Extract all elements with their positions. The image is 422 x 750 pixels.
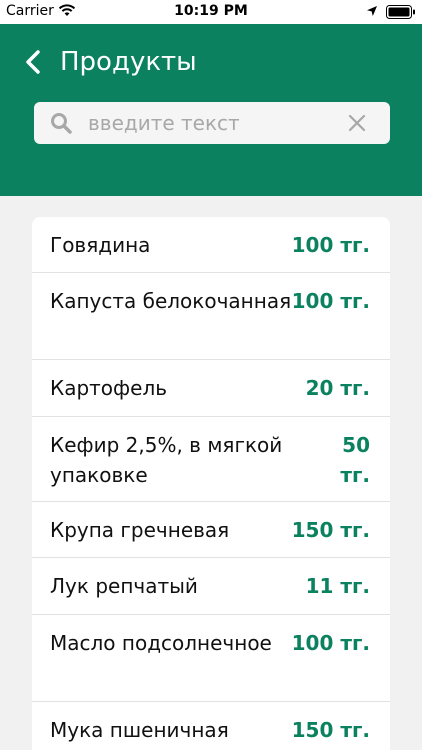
product-price: 100 тг. <box>291 233 370 257</box>
product-name: Крупа гречневая <box>50 518 230 542</box>
location-icon <box>367 6 377 16</box>
product-price: 100 тг. <box>291 631 370 655</box>
product-list: Говядина 100 тг. Капуста белокочанная 10… <box>32 217 390 750</box>
chevron-left-icon <box>26 50 40 74</box>
list-item[interactable]: Мука пшеничная 150 тг. <box>32 702 390 750</box>
search-icon <box>51 113 72 134</box>
product-name: Кефир 2,5%, в мягкой упаковке <box>50 433 283 487</box>
status-bar: Carrier 10:19 PM <box>0 0 422 24</box>
back-button[interactable]: Продукты <box>24 42 197 82</box>
product-name: Мука пшеничная <box>50 718 229 742</box>
header: Продукты <box>0 24 422 196</box>
battery-icon <box>386 5 415 19</box>
list-item[interactable]: Лук репчатый 11 тг. <box>32 558 390 615</box>
product-price: 20 тг. <box>305 376 370 400</box>
list-item[interactable]: Говядина 100 тг. <box>32 217 390 273</box>
product-name: Говядина <box>50 233 151 257</box>
list-item[interactable]: Капуста белокочанная 100 тг. <box>32 273 390 360</box>
list-item[interactable]: Кефир 2,5%, в мягкой упаковке 50 тг. <box>32 417 390 502</box>
status-time: 10:19 PM <box>174 3 248 19</box>
page-title: Продукты <box>60 47 197 77</box>
list-item[interactable]: Масло подсолнечное 100 тг. <box>32 615 390 702</box>
product-price: 11 тг. <box>305 574 370 598</box>
product-name: Лук репчатый <box>50 574 198 598</box>
screen: Carrier 10:19 PM Продукты введите текст … <box>0 0 422 750</box>
product-name: Масло подсолнечное <box>50 631 272 655</box>
product-price: 150 тг. <box>291 718 370 742</box>
search-input[interactable] <box>88 102 338 144</box>
list-item[interactable]: Крупа гречневая 150 тг. <box>32 502 390 558</box>
search-box[interactable] <box>34 102 390 144</box>
product-price: 150 тг. <box>291 518 370 542</box>
product-name: Капуста белокочанная <box>50 289 292 313</box>
product-price: 100 тг. <box>291 289 370 313</box>
list-item[interactable]: Картофель 20 тг. <box>32 360 390 417</box>
product-price: 50 тг. <box>340 433 370 487</box>
product-name: Картофель <box>50 376 168 400</box>
close-icon[interactable] <box>348 114 366 132</box>
